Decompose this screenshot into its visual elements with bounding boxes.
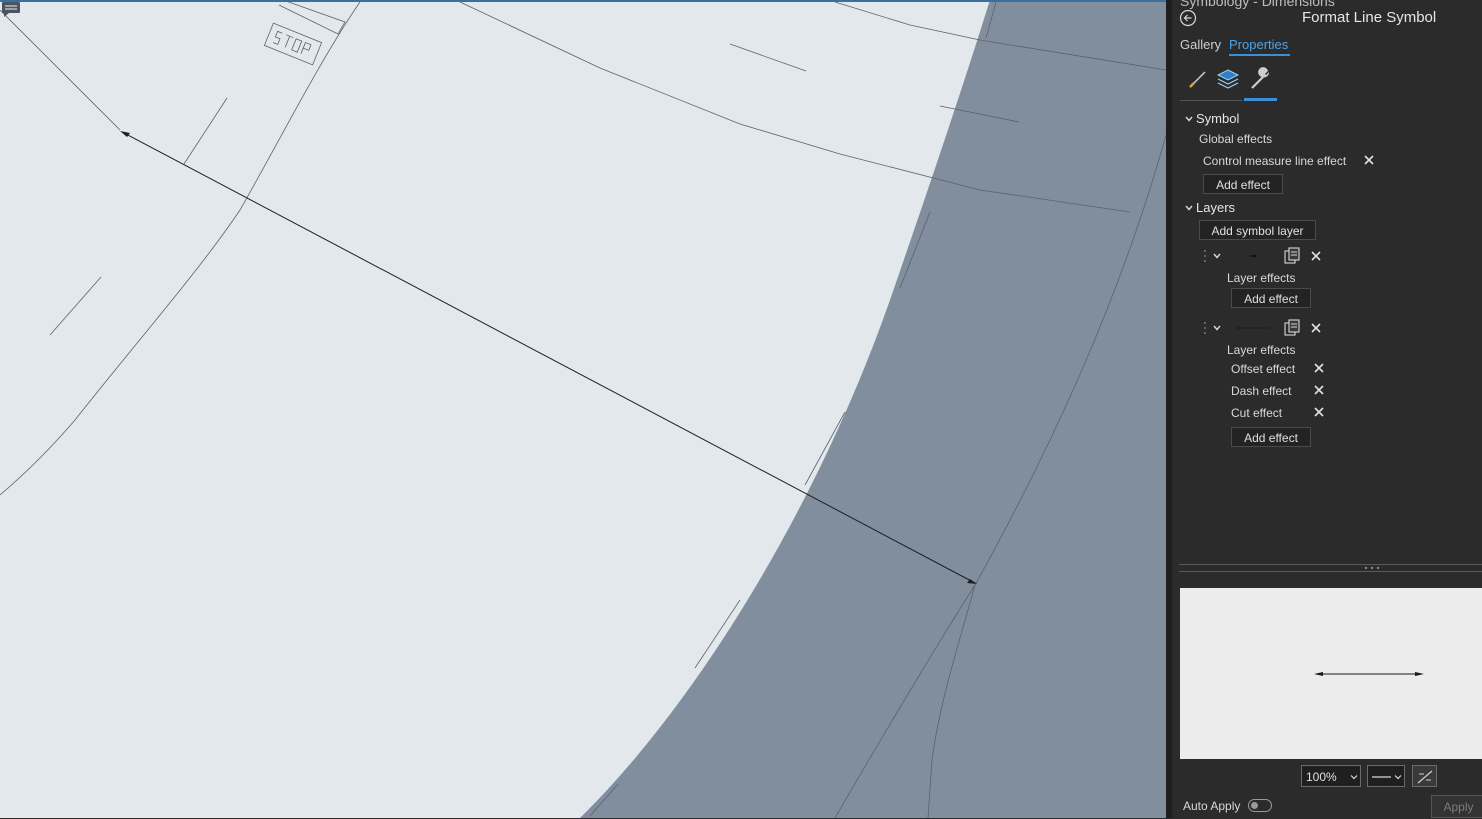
preview-splitter-line (1179, 571, 1482, 572)
tab-gallery[interactable]: Gallery (1180, 37, 1221, 52)
symbol-section-label[interactable]: Symbol (1196, 111, 1239, 126)
map-line (729, 43, 807, 72)
map-view[interactable] (0, 0, 1166, 818)
toggle-preview-button[interactable] (1412, 765, 1437, 787)
layers-icon[interactable] (1216, 67, 1240, 91)
zoom-value: 100% (1306, 770, 1337, 784)
no-scale-icon (1417, 770, 1433, 784)
add-symbol-layer-button[interactable]: Add symbol layer (1199, 220, 1316, 240)
layer-effects-label: Layer effects (1227, 343, 1296, 357)
map-line (49, 276, 102, 336)
brush-icon[interactable] (1186, 68, 1208, 90)
pane-title: Format Line Symbol (1302, 9, 1437, 26)
tab-properties[interactable]: Properties (1229, 37, 1288, 52)
line-style-icon (1372, 775, 1402, 780)
preview-splitter-line (1179, 564, 1482, 565)
apply-button[interactable]: Apply (1431, 795, 1482, 818)
stop-marking (263, 22, 323, 66)
map-line (0, 9, 121, 131)
add-effect-button[interactable]: Add effect (1231, 288, 1311, 308)
drag-handle-icon[interactable] (1202, 321, 1208, 335)
close-icon[interactable] (1313, 406, 1325, 418)
effect-cut: Cut effect (1231, 406, 1283, 420)
map-notes-icon[interactable] (0, 0, 22, 18)
active-tool-underline (1244, 98, 1277, 101)
chevron-down-icon[interactable] (1212, 251, 1222, 261)
layers-section-label[interactable]: Layers (1196, 200, 1235, 215)
close-icon[interactable] (1363, 154, 1375, 166)
duplicate-icon[interactable] (1284, 247, 1300, 264)
format-line-symbol-pane: Symbology - Dimensions Format Line Symbo… (1172, 0, 1482, 818)
map-line (278, 0, 346, 35)
map-canvas[interactable] (0, 0, 1166, 818)
road-band (580, 0, 1166, 818)
close-icon[interactable] (1310, 322, 1322, 334)
duplicate-icon[interactable] (1284, 319, 1300, 336)
effect-dash: Dash effect (1231, 384, 1292, 398)
chevron-down-icon (1350, 775, 1358, 780)
toggle-knob (1251, 802, 1258, 809)
back-arrow-icon[interactable] (1179, 9, 1197, 27)
map-top-border (0, 0, 1166, 2)
close-icon[interactable] (1313, 384, 1325, 396)
line-style-select[interactable] (1367, 765, 1405, 787)
layer-effects-label: Layer effects (1227, 271, 1296, 285)
close-icon[interactable] (1313, 362, 1325, 374)
pane-header-partial: Symbology - Dimensions (1180, 0, 1335, 9)
effect-offset: Offset effect (1231, 362, 1296, 376)
map-line (183, 97, 228, 165)
chevron-down-icon[interactable] (1184, 114, 1194, 124)
effect-control-measure-line: Control measure line effect (1203, 154, 1347, 168)
close-icon[interactable] (1310, 250, 1322, 262)
splitter-grip-icon[interactable] (1362, 565, 1382, 571)
global-effects-label: Global effects (1199, 132, 1273, 146)
chevron-down-icon[interactable] (1184, 203, 1194, 213)
arrow-marker-swatch (1248, 254, 1256, 258)
dimension-line[interactable] (120, 131, 977, 584)
map-line (0, 1, 361, 496)
tool-divider (1180, 100, 1242, 101)
zoom-select[interactable]: 100% (1301, 765, 1361, 787)
symbol-preview (1180, 588, 1482, 759)
add-effect-button[interactable]: Add effect (1203, 174, 1283, 194)
line-swatch (1236, 327, 1270, 329)
drag-handle-icon[interactable] (1202, 249, 1208, 263)
add-effect-button[interactable]: Add effect (1231, 427, 1311, 447)
auto-apply-toggle[interactable] (1248, 799, 1272, 812)
preview-canvas (1314, 672, 1424, 676)
auto-apply-label: Auto Apply (1183, 799, 1241, 813)
chevron-down-icon[interactable] (1212, 323, 1222, 333)
tab-properties-underline (1229, 54, 1290, 56)
wrench-icon[interactable] (1248, 67, 1272, 91)
